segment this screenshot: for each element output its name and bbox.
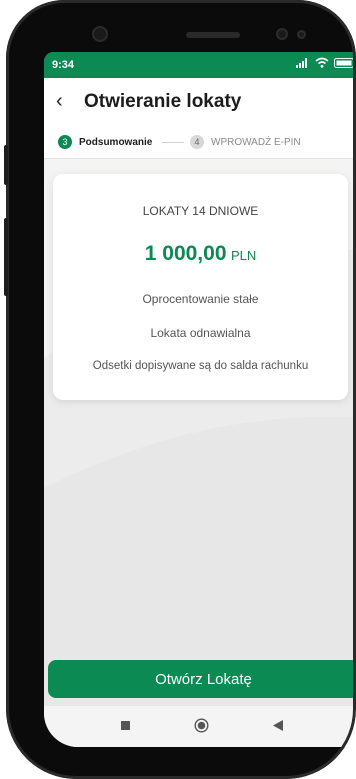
proximity-sensor-icon — [297, 30, 306, 39]
square-icon[interactable] — [121, 721, 130, 730]
step-summary: 3 Podsumowanie — [58, 135, 152, 149]
step-number-badge: 3 — [58, 135, 72, 149]
interest-payout-info: Odsetki dopisywane są do salda rachunku — [92, 360, 309, 372]
status-time: 9:34 — [52, 59, 75, 71]
android-nav-bar — [44, 706, 356, 747]
status-icons — [296, 57, 356, 68]
earpiece-speaker — [186, 32, 240, 38]
deposit-amount: 1 000,00 PLN — [53, 242, 348, 266]
renewal-info: Lokata odnawialna — [150, 326, 251, 340]
status-bar: 9:34 — [44, 52, 356, 78]
interest-type: Oprocentowanie stałe — [142, 292, 259, 306]
amount-value: 1 000,00 — [144, 242, 227, 265]
front-camera-icon — [92, 26, 108, 42]
page-title: Otwieranie lokaty — [84, 91, 242, 112]
deposit-summary-card: LOKATY 14 DNIOWE 1 000,00 PLN Oprocentow… — [53, 174, 348, 400]
deposit-name: LOKATY 14 DNIOWE — [142, 204, 259, 218]
step-epin: 4 WPROWADŹ E-PIN — [190, 135, 301, 149]
back-arrow-icon[interactable]: ‹ — [56, 91, 63, 111]
phone-frame: 9:34 ‹ Otwieranie lokaty 3 Podsumowanie … — [6, 0, 356, 779]
stepper: 3 Podsumowanie 4 WPROWADŹ E-PIN — [44, 126, 356, 159]
sensor-icon — [276, 28, 288, 40]
home-circle-icon[interactable] — [194, 718, 209, 733]
app-header: ‹ Otwieranie lokaty — [44, 78, 356, 126]
signal-icon — [296, 57, 307, 68]
amount-currency: PLN — [230, 248, 257, 263]
app-screen: 9:34 ‹ Otwieranie lokaty 3 Podsumowanie … — [44, 52, 356, 747]
step-number-badge: 4 — [190, 135, 204, 149]
power-button — [4, 145, 8, 185]
triangle-back-icon[interactable] — [273, 720, 283, 731]
open-deposit-button[interactable]: Otwórz Lokatę — [48, 660, 356, 698]
step-connector — [162, 142, 184, 143]
wifi-icon — [315, 57, 329, 68]
step-label: WPROWADŹ E-PIN — [211, 136, 301, 148]
battery-icon — [334, 57, 356, 68]
volume-button — [4, 218, 8, 296]
step-label: Podsumowanie — [79, 136, 153, 148]
